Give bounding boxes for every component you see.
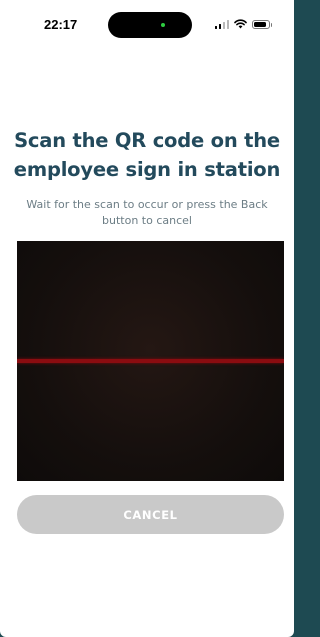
page-title-line-1: Scan the QR code on the [14,129,280,152]
dynamic-island [108,12,192,38]
status-icons [214,18,272,30]
qr-scanner-viewfinder [17,241,284,481]
page-title: Scan the QR code on the employee sign in… [0,126,294,184]
camera-indicator-icon [161,23,165,27]
scan-line [17,359,284,363]
scan-instructions: Wait for the scan to occur or press the … [22,197,272,229]
scan-screen: 22:17 Scan the QR code on the employee s… [0,0,294,637]
cellular-signal-icon [214,19,229,29]
scan-instructions-line-1: Wait for the scan to occur or press the … [26,198,268,211]
status-bar: 22:17 [0,0,294,52]
status-time: 22:17 [44,17,78,32]
scan-instructions-line-2: button to cancel [102,214,192,227]
cancel-button[interactable]: CANCEL [17,495,284,534]
page-title-line-2: employee sign in station [13,158,281,181]
battery-icon [252,19,272,29]
wifi-icon [234,19,247,29]
